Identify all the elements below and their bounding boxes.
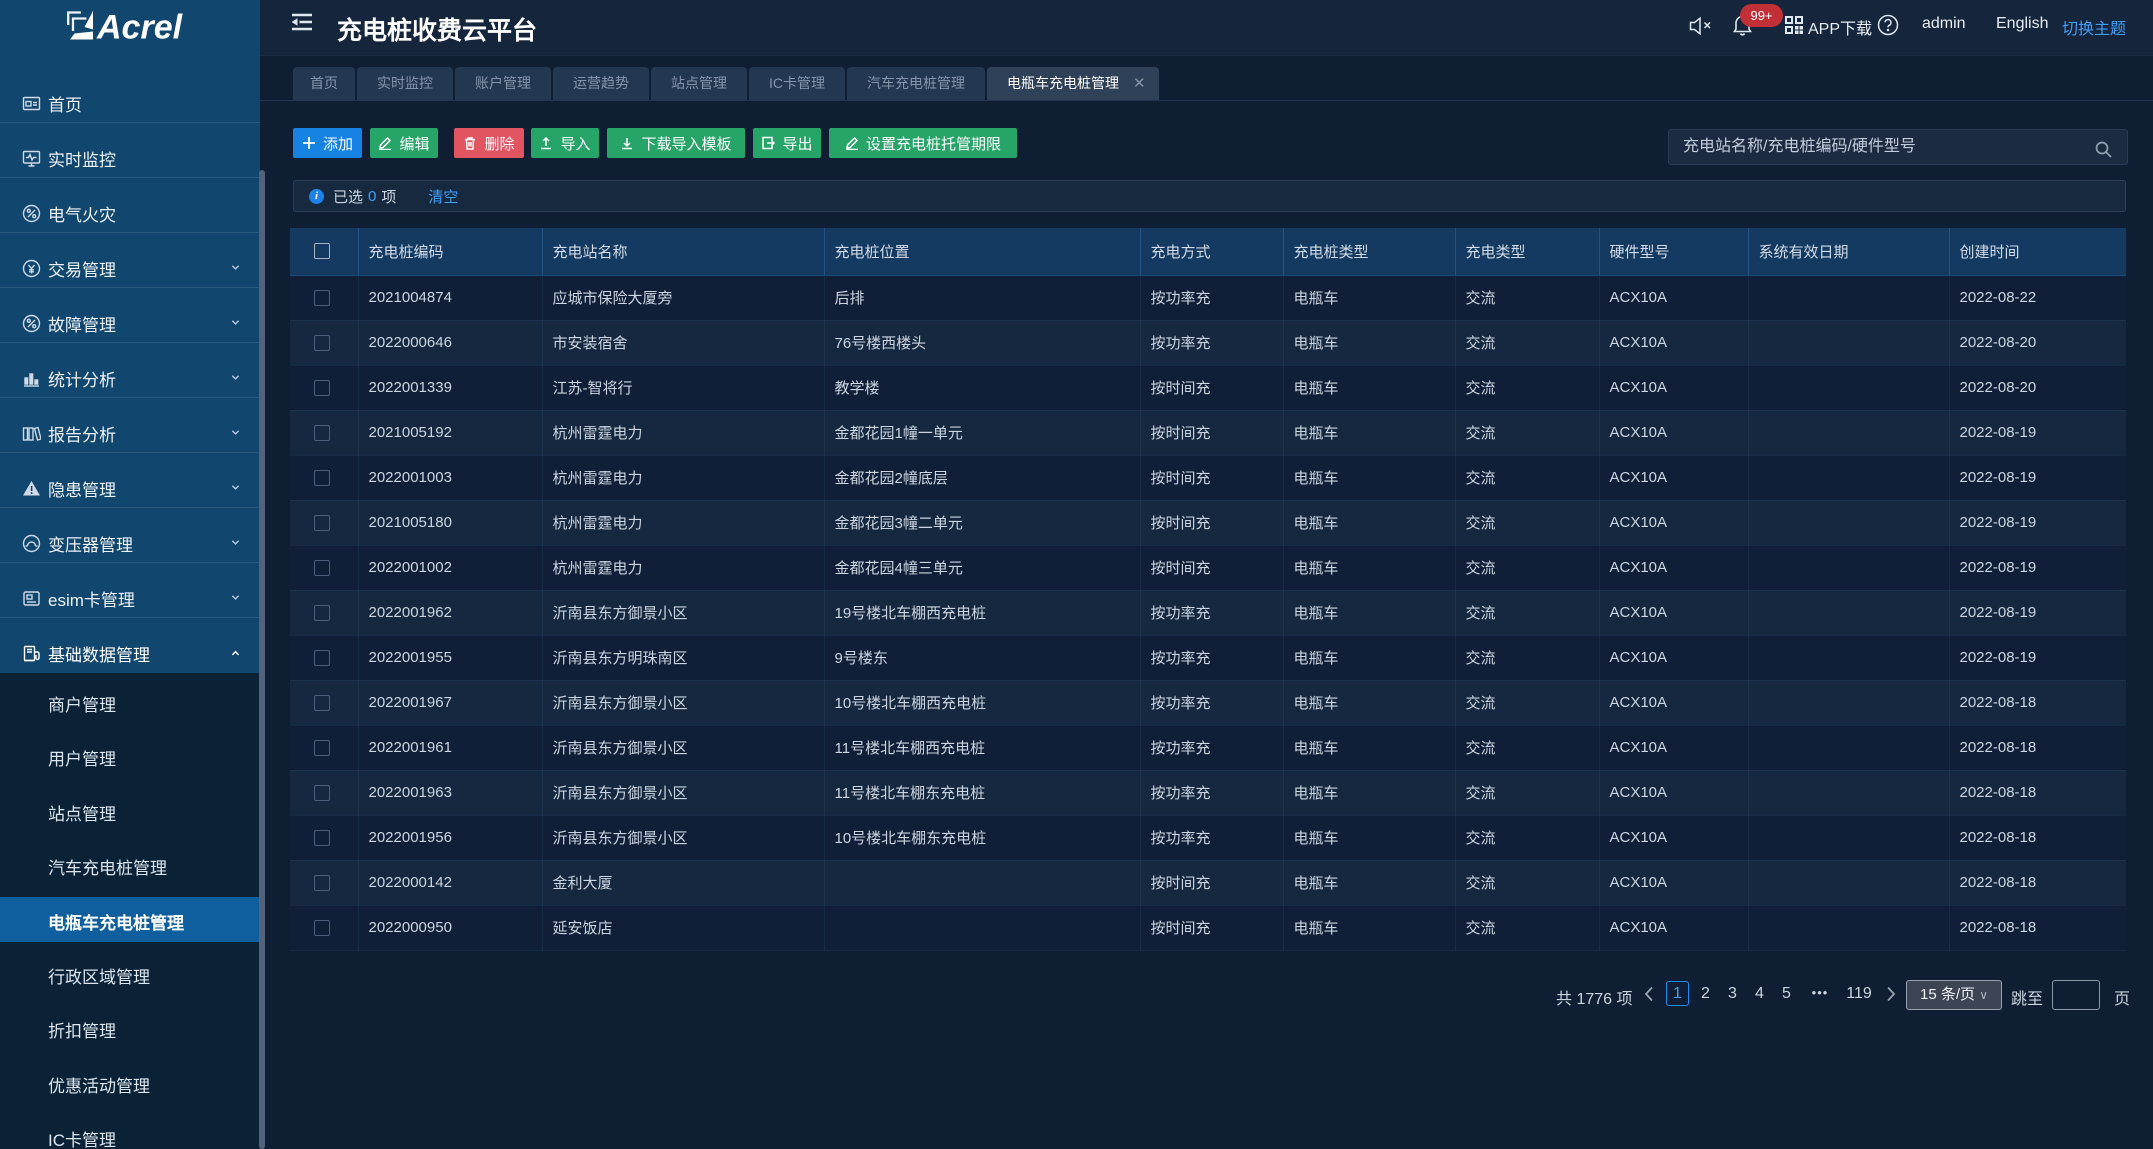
svg-text:Acrel: Acrel: [96, 9, 184, 46]
